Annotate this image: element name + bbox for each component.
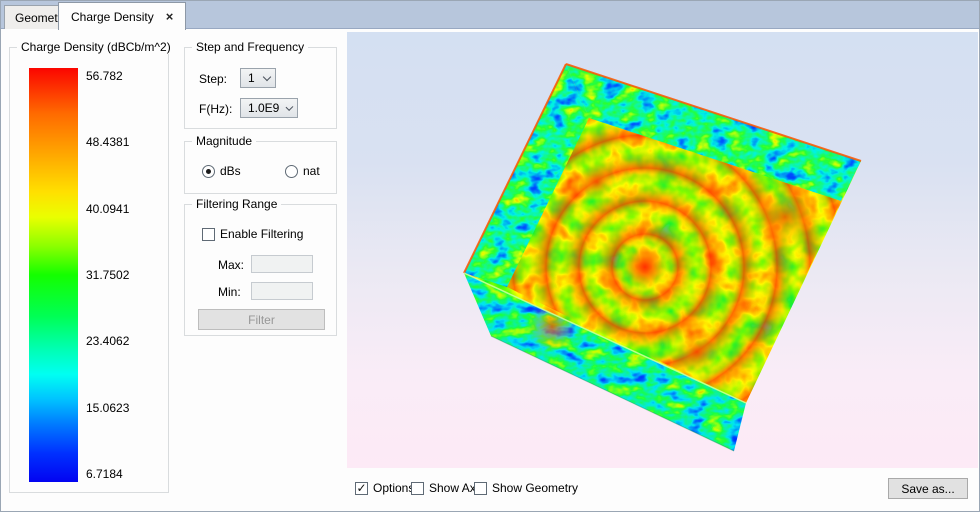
checkbox-icon	[474, 482, 487, 495]
tab-label: Charge Density	[71, 10, 154, 24]
step-frequency-panel: Step and Frequency Step: 1 F(Hz): 1.0E9	[184, 47, 337, 129]
chevron-down-icon	[286, 103, 294, 111]
colorbar-title: Charge Density (dBCb/m^2)	[17, 40, 175, 54]
filtering-panel: Filtering Range Enable Filtering Max: Mi…	[184, 204, 337, 336]
checkbox-icon	[202, 228, 215, 241]
min-label: Min:	[218, 285, 241, 299]
viewport[interactable]	[347, 32, 978, 468]
field-hotspot	[753, 185, 817, 249]
options-checkbox[interactable]: ✓ Options	[355, 481, 414, 495]
checkbox-label: Options	[373, 481, 414, 495]
checkbox-label: Enable Filtering	[220, 227, 303, 241]
max-input[interactable]	[251, 255, 313, 273]
radio-icon	[202, 165, 215, 178]
magnitude-title: Magnitude	[192, 134, 256, 148]
magnitude-panel: Magnitude dBs nat	[184, 141, 337, 194]
filter-button[interactable]: Filter	[198, 309, 325, 330]
field-hotspot	[675, 330, 719, 374]
step-label: Step:	[199, 72, 227, 86]
app-window: Geometry Charge Density × Charge Density…	[0, 0, 980, 512]
frequency-select[interactable]: 1.0E9	[240, 98, 298, 118]
min-input[interactable]	[251, 282, 313, 300]
checkbox-icon	[411, 482, 424, 495]
charge-density-3d-view[interactable]	[347, 32, 978, 468]
ring-center-hotspot	[623, 245, 667, 289]
max-label: Max:	[218, 258, 244, 272]
checkbox-icon: ✓	[355, 482, 368, 495]
colorbar-gradient	[29, 68, 78, 482]
tab-bar: Geometry Charge Density ×	[1, 1, 979, 29]
filtering-title: Filtering Range	[192, 197, 281, 211]
frequency-label: F(Hz):	[199, 102, 232, 116]
radio-icon	[285, 165, 298, 178]
colorbar-tick: 6.7184	[86, 467, 162, 481]
colorbar-panel: Charge Density (dBCb/m^2) 56.782 48.4381…	[9, 47, 169, 493]
step-select[interactable]: 1	[240, 68, 276, 88]
colorbar-tick: 56.782	[86, 69, 162, 83]
content-area: Charge Density (dBCb/m^2) 56.782 48.4381…	[1, 29, 979, 511]
field-hotspot	[528, 303, 576, 351]
colorbar-tick: 15.0623	[86, 401, 162, 415]
radio-label: dBs	[220, 164, 241, 178]
save-as-button[interactable]: Save as...	[888, 478, 968, 499]
colorbar-tick: 23.4062	[86, 334, 162, 348]
radio-nat[interactable]: nat	[285, 164, 320, 178]
colorbar-tick: 40.0941	[86, 202, 162, 216]
chevron-down-icon	[263, 72, 271, 80]
colorbar-tick: 48.4381	[86, 135, 162, 149]
frequency-value: 1.0E9	[248, 101, 279, 115]
step-frequency-title: Step and Frequency	[192, 40, 308, 54]
show-geometry-checkbox[interactable]: Show Geometry	[474, 481, 578, 495]
close-icon[interactable]: ×	[166, 10, 174, 23]
tab-charge-density[interactable]: Charge Density ×	[58, 2, 186, 30]
checkbox-label: Show Geometry	[492, 481, 578, 495]
radio-label: nat	[303, 164, 320, 178]
step-value: 1	[248, 71, 255, 85]
radio-dbs[interactable]: dBs	[202, 164, 241, 178]
enable-filtering-checkbox[interactable]: Enable Filtering	[202, 227, 303, 241]
field-hotspot	[579, 164, 615, 200]
colorbar-tick: 31.7502	[86, 268, 162, 282]
